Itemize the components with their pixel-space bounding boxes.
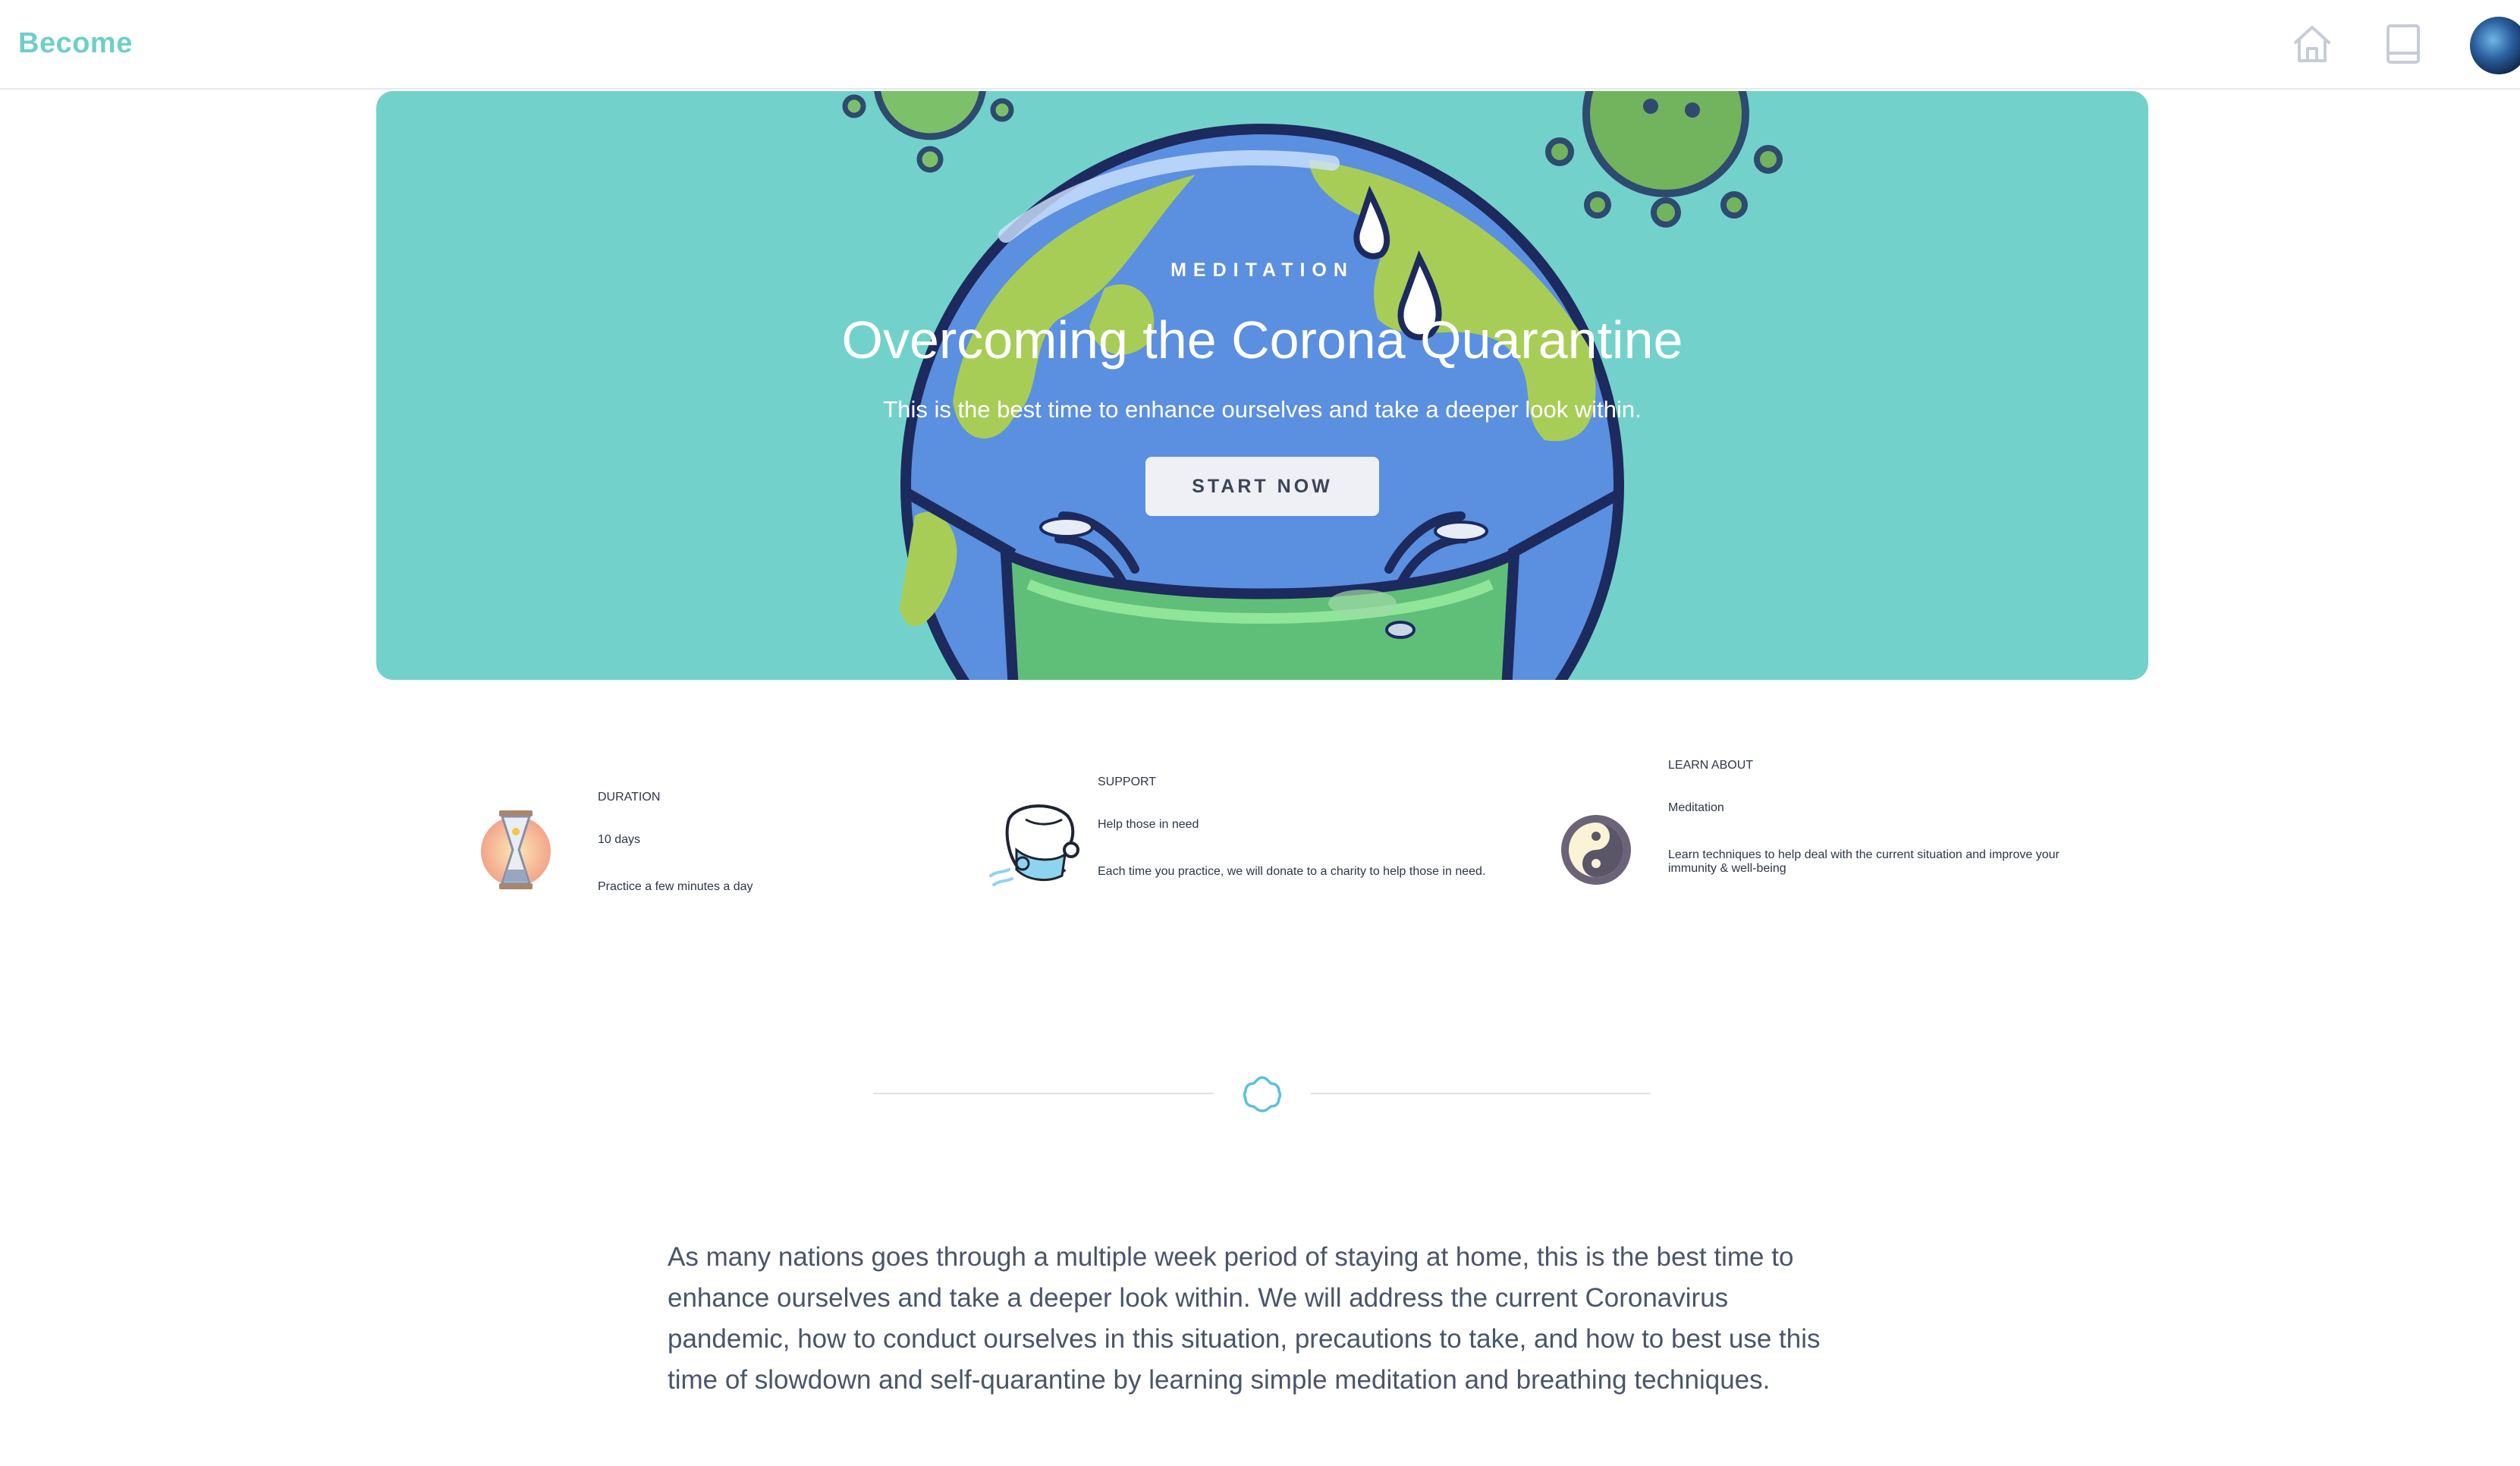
book-icon[interactable] (2380, 21, 2426, 67)
hero-eyebrow: MEDITATION (1170, 260, 1354, 281)
divider-line-left (874, 1093, 1214, 1094)
masked-person-icon (989, 804, 1079, 886)
intro-paragraph: As many nations goes through a multiple … (668, 1242, 1821, 1395)
learn-about-eyebrow: LEARN ABOUT (1668, 759, 1754, 772)
duration-eyebrow: DURATION (598, 791, 661, 804)
start-now-button[interactable]: START NOW (1145, 457, 1379, 516)
top-navigation-bar: Become (0, 0, 2520, 90)
support-eyebrow: SUPPORT (1098, 775, 1157, 788)
home-icon[interactable] (2289, 21, 2335, 67)
brand-logo[interactable]: Become (18, 27, 133, 60)
virus-icon-left (842, 91, 1014, 173)
divider-line-right (1311, 1093, 1651, 1094)
flower-outline-icon (1243, 1076, 1282, 1112)
virus-icon-right (1545, 91, 1783, 228)
duration-title: 10 days (598, 833, 641, 846)
hero-subtitle: This is the best time to enhance ourselv… (883, 396, 1642, 423)
user-avatar[interactable] (2470, 17, 2520, 74)
support-title: Help those in need (1098, 818, 1199, 831)
hourglass-icon (481, 810, 551, 889)
learn-about-title: Meditation (1668, 801, 1724, 814)
earth-mask-illustration (842, 91, 1783, 680)
support-description: Each time you practice, we will donate t… (1098, 865, 1486, 878)
learn-about-description: Learn techniques to help deal with the c… (1668, 848, 2060, 875)
hero-banner: MEDITATION Overcoming the Corona Quarant… (376, 91, 2148, 680)
yin-yang-icon (1561, 815, 1631, 885)
hero-title: Overcoming the Corona Quarantine (841, 310, 1683, 370)
duration-description: Practice a few minutes a day (598, 880, 753, 893)
